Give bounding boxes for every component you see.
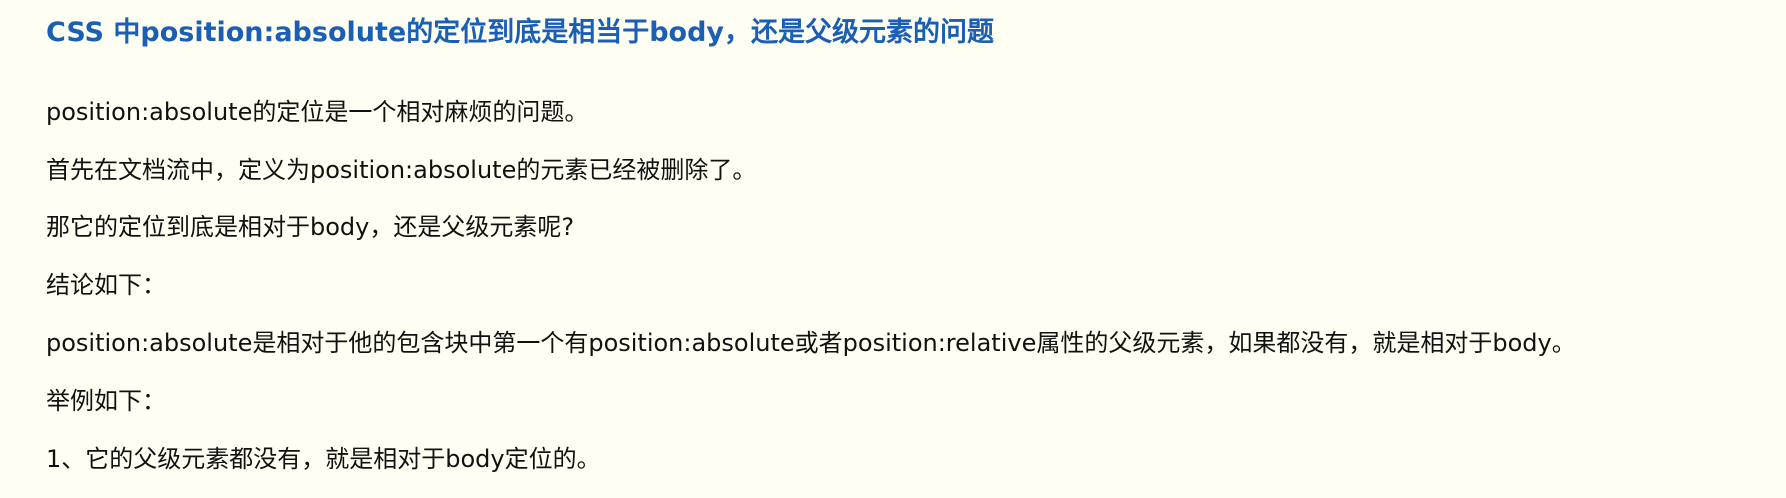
paragraph-question: 那它的定位到底是相对于body，还是父级元素呢? [46, 213, 575, 241]
paragraph-conclusion: position:absolute是相对于他的包含块中第一个有position:… [46, 329, 1576, 357]
paragraph-example-heading: 举例如下： [46, 387, 166, 415]
paragraph-document-flow: 首先在文档流中，定义为position:absolute的元素已经被删除了。 [46, 156, 757, 184]
paragraph-intro: position:absolute的定位是一个相对麻烦的问题。 [46, 98, 589, 126]
paragraph-example-1: 1、它的父级元素都没有，就是相对于body定位的。 [46, 445, 601, 473]
paragraph-conclusion-heading: 结论如下： [46, 271, 166, 299]
article-title-link[interactable]: CSS 中position:absolute的定位到底是相当于body，还是父级… [46, 12, 994, 54]
article: CSS 中position:absolute的定位到底是相当于body，还是父级… [0, 0, 1786, 498]
